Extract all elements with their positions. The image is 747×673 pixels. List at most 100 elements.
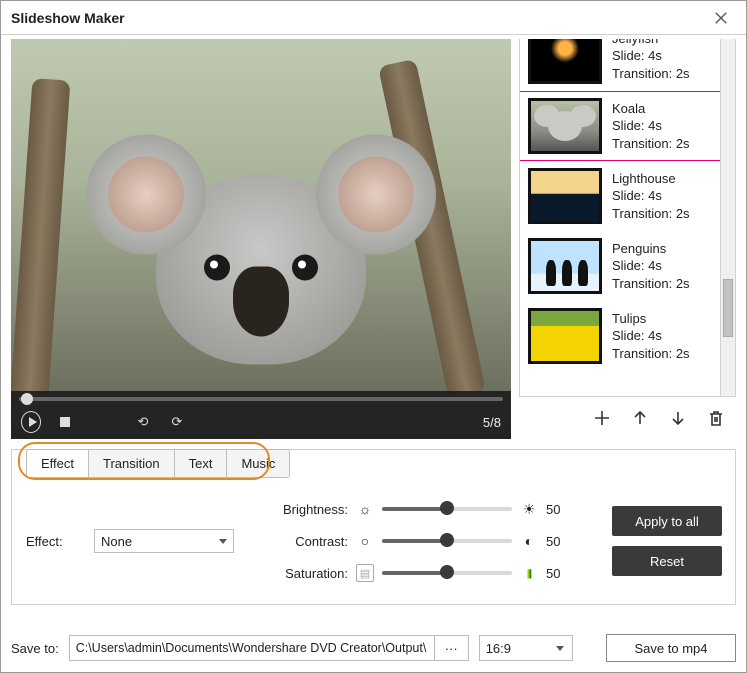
saturation-label: Saturation: bbox=[274, 566, 348, 581]
thumbnail-transition: Transition: 2s bbox=[612, 275, 690, 293]
title-bar: Slideshow Maker bbox=[1, 1, 746, 35]
thumbnail-list[interactable]: Jellyfish Slide: 4s Transition: 2s Koala… bbox=[519, 39, 736, 397]
thumbnail-transition: Transition: 2s bbox=[612, 345, 690, 363]
save-row: Save to: C:\Users\admin\Documents\Wonder… bbox=[11, 634, 736, 662]
app-title: Slideshow Maker bbox=[11, 10, 706, 26]
contrast-value: 50 bbox=[546, 534, 572, 549]
thumbnail-image bbox=[528, 168, 602, 224]
saturation-slider[interactable] bbox=[382, 571, 512, 575]
contrast-low-icon: ○ bbox=[356, 532, 374, 550]
stop-button[interactable] bbox=[55, 412, 75, 432]
thumbnail-slide: Slide: 4s bbox=[612, 117, 690, 135]
apply-all-button[interactable]: Apply to all bbox=[612, 506, 722, 536]
thumbnail-name: Penguins bbox=[612, 240, 690, 258]
thumbnail-image bbox=[528, 98, 602, 154]
tabs: Effect Transition Text Music bbox=[26, 449, 290, 478]
contrast-label: Contrast: bbox=[274, 534, 348, 549]
thumbnail-toolbar bbox=[519, 397, 736, 439]
arrow-down-icon bbox=[669, 409, 687, 427]
contrast-row: Contrast: ○ ◐ 50 bbox=[274, 532, 572, 550]
thumbnail-item[interactable]: Lighthouse Slide: 4s Transition: 2s bbox=[520, 161, 735, 231]
brightness-label: Brightness: bbox=[274, 502, 348, 517]
slide-counter: 5/8 bbox=[483, 415, 501, 430]
slideshow-maker-window: Slideshow Maker bbox=[0, 0, 747, 673]
rotate-left-button[interactable]: ⟲ bbox=[133, 412, 153, 432]
thumbnail-item[interactable]: Tulips Slide: 4s Transition: 2s bbox=[520, 301, 735, 371]
contrast-high-icon: ◐ bbox=[520, 532, 538, 550]
play-icon bbox=[21, 411, 41, 433]
thumbnail-item[interactable]: Penguins Slide: 4s Transition: 2s bbox=[520, 231, 735, 301]
aspect-ratio-dropdown[interactable]: 16:9 bbox=[479, 635, 573, 661]
thumbnail-name: Tulips bbox=[612, 310, 690, 328]
reset-button[interactable]: Reset bbox=[612, 546, 722, 576]
preview-image bbox=[11, 39, 511, 439]
rotate-right-button[interactable]: ⟳ bbox=[167, 412, 187, 432]
rotate-left-icon: ⟲ bbox=[138, 414, 149, 430]
thumbnail-transition: Transition: 2s bbox=[612, 135, 690, 153]
arrow-up-icon bbox=[631, 409, 649, 427]
save-path-input[interactable]: C:\Users\admin\Documents\Wondershare DVD… bbox=[70, 636, 434, 660]
saturation-row: Saturation: ▤ ▮ 50 bbox=[274, 564, 572, 582]
tab-music[interactable]: Music bbox=[227, 450, 289, 477]
move-down-button[interactable] bbox=[668, 408, 688, 428]
aspect-ratio-value: 16:9 bbox=[486, 641, 511, 656]
thumbnail-name: Koala bbox=[612, 100, 690, 118]
rotate-right-icon: ⟳ bbox=[172, 414, 183, 430]
preview-controls: ⟲ ⟳ 5/8 bbox=[11, 391, 511, 439]
scrollbar-thumb[interactable] bbox=[723, 279, 733, 337]
effect-label: Effect: bbox=[26, 534, 76, 549]
preview-frame: ⟲ ⟳ 5/8 bbox=[11, 39, 511, 439]
save-to-mp4-button[interactable]: Save to mp4 bbox=[606, 634, 736, 662]
thumbnail-transition: Transition: 2s bbox=[612, 65, 690, 83]
saturation-value: 50 bbox=[546, 566, 572, 581]
effect-select-row: Effect: None bbox=[26, 500, 234, 582]
browse-button[interactable]: ··· bbox=[434, 636, 468, 660]
upper-area: ⟲ ⟳ 5/8 Jellyfish Slide: 4s Transition: … bbox=[1, 35, 746, 439]
play-button[interactable] bbox=[21, 412, 41, 432]
thumbnail-slide: Slide: 4s bbox=[612, 327, 690, 345]
chevron-down-icon bbox=[556, 646, 564, 651]
close-icon bbox=[714, 11, 728, 25]
brightness-high-icon: ☀ bbox=[520, 500, 538, 518]
move-up-button[interactable] bbox=[630, 408, 650, 428]
thumbnail-item[interactable]: Jellyfish Slide: 4s Transition: 2s bbox=[520, 39, 735, 91]
preview-column: ⟲ ⟳ 5/8 bbox=[11, 39, 511, 439]
brightness-slider[interactable] bbox=[382, 507, 512, 511]
thumbnail-image bbox=[528, 39, 602, 84]
saturation-high-icon: ▮ bbox=[520, 564, 538, 582]
close-button[interactable] bbox=[706, 3, 736, 33]
effect-value: None bbox=[101, 534, 132, 549]
thumbnail-name: Jellyfish bbox=[612, 39, 690, 47]
effect-dropdown[interactable]: None bbox=[94, 529, 234, 553]
thumbnail-scrollbar[interactable] bbox=[720, 39, 735, 396]
seek-bar[interactable] bbox=[19, 397, 503, 401]
effect-buttons: Apply to all Reset bbox=[612, 500, 728, 582]
thumbnail-image bbox=[528, 238, 602, 294]
save-to-label: Save to: bbox=[11, 641, 59, 656]
brightness-row: Brightness: ☼ ☀ 50 bbox=[274, 500, 572, 518]
tab-text[interactable]: Text bbox=[175, 450, 228, 477]
delete-slide-button[interactable] bbox=[706, 408, 726, 428]
saturation-low-icon: ▤ bbox=[356, 564, 374, 582]
ellipsis-icon: ··· bbox=[445, 641, 458, 656]
thumbnail-name: Lighthouse bbox=[612, 170, 690, 188]
tab-transition[interactable]: Transition bbox=[89, 450, 175, 477]
brightness-value: 50 bbox=[546, 502, 572, 517]
stop-icon bbox=[60, 417, 70, 427]
thumbnail-transition: Transition: 2s bbox=[612, 205, 690, 223]
tab-effect[interactable]: Effect bbox=[27, 450, 89, 477]
save-path-box: C:\Users\admin\Documents\Wondershare DVD… bbox=[69, 635, 469, 661]
effect-panel: Effect Transition Text Music Effect: Non… bbox=[11, 449, 736, 605]
thumbnail-image bbox=[528, 308, 602, 364]
thumbnail-slide: Slide: 4s bbox=[612, 257, 690, 275]
side-column: Jellyfish Slide: 4s Transition: 2s Koala… bbox=[519, 39, 736, 439]
plus-icon bbox=[593, 409, 611, 427]
chevron-down-icon bbox=[219, 539, 227, 544]
thumbnail-item[interactable]: Koala Slide: 4s Transition: 2s bbox=[520, 91, 735, 161]
contrast-slider[interactable] bbox=[382, 539, 512, 543]
thumbnail-slide: Slide: 4s bbox=[612, 47, 690, 65]
thumbnail-slide: Slide: 4s bbox=[612, 187, 690, 205]
sliders-group: Brightness: ☼ ☀ 50 Contrast: ○ ◐ 50 Satu… bbox=[274, 500, 572, 582]
add-slide-button[interactable] bbox=[592, 408, 612, 428]
trash-icon bbox=[707, 409, 725, 427]
